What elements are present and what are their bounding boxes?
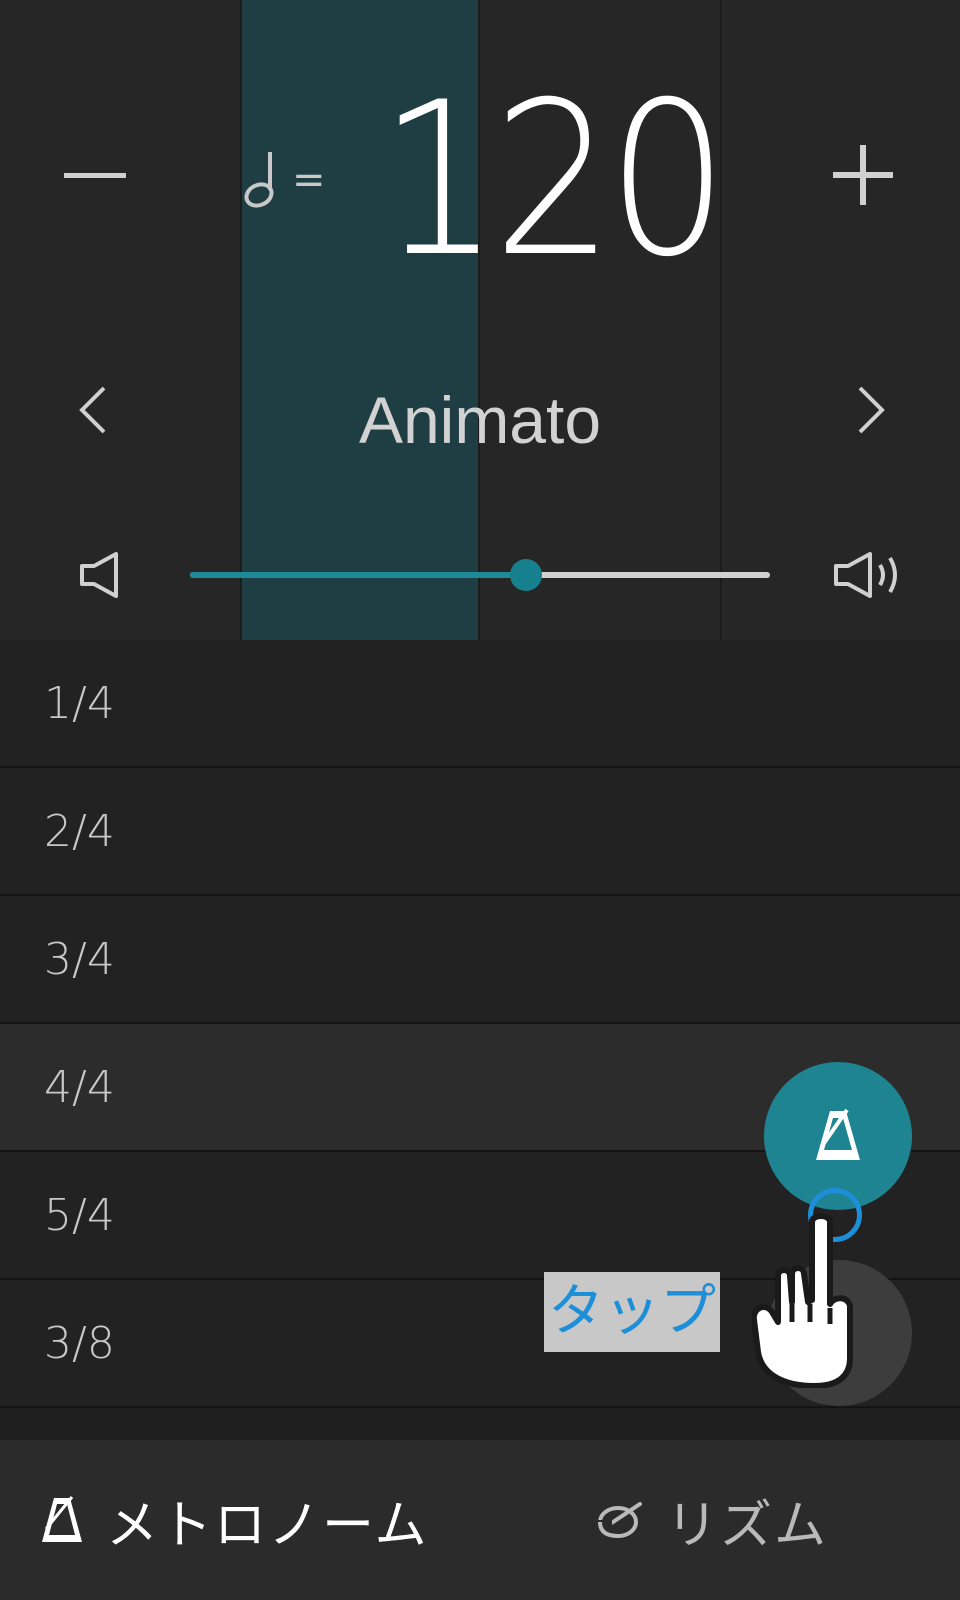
time-signature-item[interactable]: 1/4: [0, 640, 960, 768]
tempo-panel: = 120 Animato: [0, 0, 960, 640]
time-signature-item[interactable]: 3/4: [0, 896, 960, 1024]
time-signature-label: 1/4: [44, 678, 115, 729]
equals-sign: =: [292, 157, 326, 203]
tempo-bpm-value[interactable]: 120: [375, 70, 729, 290]
slider-fill: [190, 572, 527, 578]
previous-tempo-button[interactable]: [58, 365, 128, 455]
metronome-icon: [816, 1108, 860, 1160]
half-note-icon: [244, 152, 274, 208]
volume-slider[interactable]: [190, 559, 770, 591]
time-signature-item[interactable]: 2/4: [0, 768, 960, 896]
volume-up-button[interactable]: [828, 540, 908, 610]
plus-icon: [833, 145, 893, 205]
tempo-marking-name: Animato: [358, 383, 602, 457]
time-signature-label: 3/8: [44, 1318, 115, 1369]
tab-rhythm-label: リズム: [666, 1495, 829, 1556]
drum-icon: [596, 1502, 642, 1542]
tap-hint-label: タップ: [544, 1272, 720, 1352]
column-divider: [240, 0, 242, 640]
tempo-note-label: =: [240, 150, 340, 210]
chevron-left-icon: [79, 386, 106, 434]
tempo-decrease-button[interactable]: [50, 120, 140, 230]
time-signature-label: 2/4: [44, 806, 115, 857]
metronome-icon: [42, 1496, 82, 1542]
slider-thumb[interactable]: [510, 559, 543, 591]
next-tempo-button[interactable]: [836, 365, 906, 455]
volume-down-button[interactable]: [70, 540, 130, 610]
pointing-hand-icon: [752, 1213, 853, 1388]
minus-icon: [64, 173, 126, 178]
chevron-right-icon: [858, 386, 885, 434]
time-signature-label: 3/4: [44, 934, 115, 985]
tab-rhythm[interactable]: リズム: [596, 1440, 936, 1600]
speaker-high-icon: [834, 552, 897, 598]
time-signature-label: 4/4: [44, 1062, 115, 1113]
bottom-tab-bar: メトロノーム リズム: [0, 1440, 960, 1600]
tempo-increase-button[interactable]: [818, 120, 908, 230]
tab-metronome-label: メトロノーム: [106, 1495, 429, 1556]
tab-metronome[interactable]: メトロノーム: [40, 1440, 500, 1600]
metronome-screen: = 120 Animato 1/4 2/4 3/4 4/4 5/4 3/8 メト…: [0, 0, 960, 1600]
speaker-low-icon: [80, 552, 118, 598]
time-signature-label: 5/4: [44, 1190, 115, 1241]
